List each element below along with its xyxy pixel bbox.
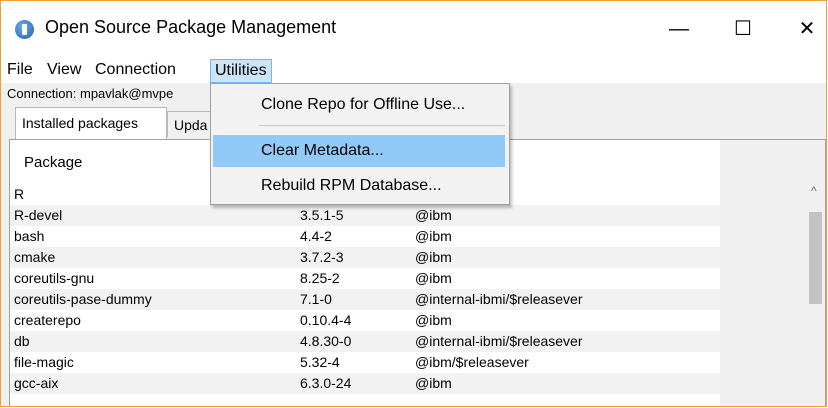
package-name-cell: createrepo [14, 312, 81, 328]
menu-separator [259, 125, 505, 126]
package-version-cell: 3.5.1-5 [300, 207, 344, 223]
menu-view[interactable]: View [43, 59, 85, 83]
package-repo-cell: @internal-ibmi/$releasever [415, 333, 583, 349]
package-version-cell: 8.25-2 [300, 270, 340, 286]
table-row[interactable]: bash 4.4-2 @ibm [10, 226, 720, 247]
package-repo-cell: @ibm [415, 312, 452, 328]
package-name-cell: R-devel [14, 207, 63, 223]
table-row[interactable]: gcc-aix 6.3.0-24 @ibm [10, 373, 720, 394]
minimize-button[interactable]: — [659, 11, 699, 47]
package-repo-cell: @internal-ibmi/$releasever [415, 291, 583, 307]
menu-clear-metadata[interactable]: Clear Metadata... [213, 135, 505, 167]
table-empty-area [720, 140, 806, 406]
menu-bar: File View Connection Utilities [1, 57, 826, 83]
maximize-button[interactable]: ☐ [723, 11, 763, 47]
tab-updates[interactable]: Upda [167, 111, 215, 137]
package-name-cell: cmake [14, 249, 56, 265]
scroll-up-icon[interactable]: ^ [811, 184, 817, 198]
package-repo-cell: @ibm [415, 249, 452, 265]
table-row[interactable]: createrepo 0.10.4-4 @ibm [10, 310, 720, 331]
package-name-cell: db [14, 333, 30, 349]
package-version-cell: 4.8.30-0 [300, 333, 352, 349]
package-version-cell: 5.32-4 [300, 354, 340, 370]
package-repo-cell: @ibm [415, 228, 452, 244]
table-row[interactable]: file-magic 5.32-4 @ibm/$releasever [10, 352, 720, 373]
tab-installed-packages[interactable]: Installed packages [15, 107, 167, 139]
package-name-cell: bash [14, 228, 45, 244]
package-repo-cell: @ibm/$releasever [415, 354, 529, 370]
package-name-cell: gcc-aix [14, 375, 59, 391]
table-row[interactable]: coreutils-pase-dummy 7.1-0 @internal-ibmi/… [10, 289, 720, 310]
utilities-dropdown: Clone Repo for Offline Use... Clear Meta… [210, 83, 510, 205]
app-window: Open Source Package Management — ☐ ✕ Fil… [0, 0, 827, 407]
package-version-cell: 4.4-2 [300, 228, 332, 244]
package-repo-cell: @ibm [415, 270, 452, 286]
table-row[interactable]: coreutils-gnu 8.25-2 @ibm [10, 268, 720, 289]
menu-file[interactable]: File [3, 59, 37, 83]
package-version-cell: 6.3.0-24 [300, 375, 352, 391]
package-name-cell: file-magic [14, 354, 74, 370]
table-row[interactable]: R-devel 3.5.1-5 @ibm [10, 205, 720, 226]
packages-table: R R-devel 3.5.1-5 @ibm bash 4.4-2 @ibm cmake 3.7… [10, 184, 720, 394]
app-info-icon [15, 20, 34, 39]
menu-clone-repo[interactable]: Clone Repo for Offline Use... [213, 89, 505, 121]
package-repo-cell: @ibm [415, 207, 452, 223]
package-version-cell: 3.7.2-3 [300, 249, 344, 265]
menu-connection[interactable]: Connection [91, 59, 180, 83]
package-name-cell: coreutils-gnu [14, 270, 95, 286]
table-row[interactable]: db 4.8.30-0 @internal-ibmi/$releasever [10, 331, 720, 352]
column-header-package[interactable]: Package [24, 154, 82, 171]
menu-utilities[interactable]: Utilities [210, 59, 272, 83]
table-row[interactable]: cmake 3.7.2-3 @ibm [10, 247, 720, 268]
close-button[interactable]: ✕ [787, 11, 826, 47]
package-version-cell: 0.10.4-4 [300, 312, 352, 328]
title-bar[interactable]: Open Source Package Management — ☐ ✕ [1, 1, 826, 57]
menu-rebuild-rpm-database[interactable]: Rebuild RPM Database... [213, 170, 505, 202]
package-name-cell: R [14, 186, 25, 202]
package-name-cell: coreutils-pase-dummy [14, 291, 152, 307]
vertical-scrollbar[interactable]: ^ [806, 140, 825, 406]
package-repo-cell: @ibm [415, 375, 452, 391]
window-title: Open Source Package Management [45, 17, 337, 37]
scroll-thumb[interactable] [809, 212, 822, 304]
package-version-cell: 7.1-0 [300, 291, 332, 307]
